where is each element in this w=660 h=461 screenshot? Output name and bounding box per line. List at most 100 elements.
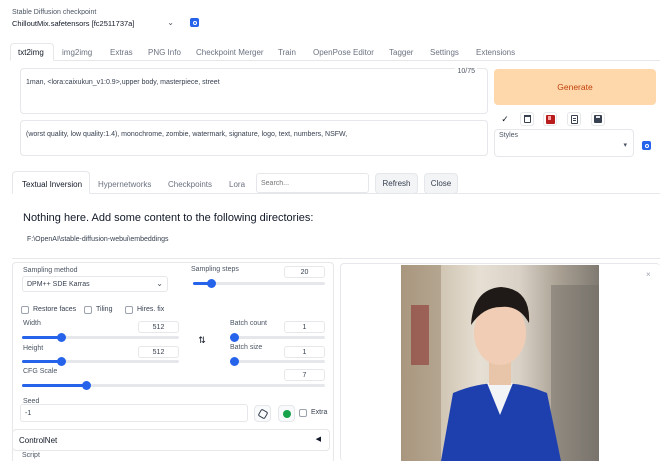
reuse-seed-recycle-icon[interactable] [278,405,295,422]
batch-count-value: 1 [302,323,307,331]
subtab-lora[interactable]: Lora [229,176,245,192]
styles-dropdown[interactable]: ▾ [499,141,629,154]
hires-fix-label: Hires. fix [137,306,165,313]
extra-seed-checkbox[interactable] [299,409,307,417]
refresh-checkpoint-icon[interactable] [190,18,199,27]
slider-handle[interactable] [82,381,91,390]
close-button[interactable]: Close [424,173,458,194]
empty-message: Nothing here. Add some content to the fo… [23,212,314,224]
height-value: 512 [152,348,165,356]
sampling-steps-value: 20 [300,268,309,276]
hires-fix-checkbox[interactable] [125,306,133,314]
tiling-checkbox[interactable] [84,306,92,314]
prompt-input[interactable]: 1man, <lora:caixukun_v1:0.9>,upper body,… [20,68,488,114]
batch-count-slider[interactable] [230,333,325,342]
tab-checkpoint-merger[interactable]: Checkpoint Merger [196,44,264,60]
tab-tagger[interactable]: Tagger [389,44,413,60]
caret-left-icon: ◀ [315,436,321,443]
width-value: 512 [152,323,165,331]
seed-input[interactable]: -1 [20,404,248,422]
gallery-close-icon[interactable]: × [646,270,651,279]
sampling-method-label: Sampling method [23,267,78,274]
styles-panel: Styles ▾ [494,129,634,157]
prompt-text: 1man, <lora:caixukun_v1:0.9>,upper body,… [26,79,220,86]
subtab-checkpoints[interactable]: Checkpoints [168,176,212,192]
chevron-down-icon: ⌄ [167,18,174,27]
restore-faces-checkbox[interactable] [21,306,29,314]
tab-png-info[interactable]: PNG Info [148,44,181,60]
slider-handle[interactable] [230,333,239,342]
tab-openpose-editor[interactable]: OpenPose Editor [313,44,374,60]
sampling-method-value: DPM++ SDE Karras [27,280,90,288]
generated-image[interactable] [401,265,599,461]
person-image [401,265,599,461]
clipboard-icon[interactable] [567,112,581,126]
slider-fill [22,384,86,387]
batch-size-label: Batch size [230,344,263,351]
slider-handle[interactable] [57,357,66,366]
subtab-hypernetworks[interactable]: Hypernetworks [98,176,151,192]
cfg-scale-input[interactable]: 7 [284,369,325,381]
width-label: Width [23,320,41,327]
swap-dimensions-icon[interactable]: ⇅ [193,331,211,349]
height-input[interactable]: 512 [138,346,179,358]
extra-label: Extra [311,409,328,416]
restore-faces-label: Restore faces [33,306,77,313]
chevron-down-icon: ⌄ [156,279,163,288]
negative-prompt-input[interactable]: (worst quality, low quality:1.4), monoch… [20,120,488,156]
batch-count-input[interactable]: 1 [284,321,325,333]
script-label: Script [22,452,40,459]
checkpoint-select[interactable]: ChilloutMix.safetensors [fc2511737a] ⌄ [12,15,178,31]
token-counter: 10/75 [455,68,477,75]
batch-size-slider[interactable] [230,357,325,366]
apply-style-icon[interactable] [642,141,651,150]
generate-label: Generate [557,82,593,92]
batch-size-value: 1 [302,348,307,356]
slider-handle[interactable] [57,333,66,342]
refresh-button[interactable]: Refresh [375,173,418,194]
controlnet-label: ControlNet [19,436,58,445]
generate-button[interactable]: Generate [494,69,656,105]
cfg-scale-value: 7 [302,371,307,379]
slider-fill [22,336,61,339]
tab-extras[interactable]: Extras [110,44,133,60]
sampling-steps-slider[interactable] [193,279,325,288]
tab-txt2img[interactable]: txt2img [18,44,44,60]
tiling-label: Tiling [96,306,113,313]
styles-label: Styles [499,132,519,139]
width-input[interactable]: 512 [138,321,179,333]
subtab-textual-inversion[interactable]: Textual Inversion [22,176,82,192]
batch-size-input[interactable]: 1 [284,346,325,358]
settings-divider [12,258,660,259]
height-label: Height [23,345,44,352]
red-card-icon[interactable] [543,112,557,126]
seed-value: -1 [25,409,32,417]
cfg-scale-slider[interactable] [22,381,325,390]
width-slider[interactable] [22,333,179,342]
height-slider[interactable] [22,357,179,366]
tab-train[interactable]: Train [278,44,296,60]
cfg-scale-label: CFG Scale [23,368,58,375]
batch-count-label: Batch count [230,320,267,327]
sampling-method-select[interactable]: DPM++ SDE Karras ⌄ [22,276,168,292]
random-seed-dice-icon[interactable] [254,405,271,422]
network-search-input[interactable] [256,173,369,193]
trash-icon[interactable] [520,112,534,126]
tabs-underline [10,60,660,61]
sampling-steps-label: Sampling steps [191,266,239,273]
controlnet-accordion[interactable]: ControlNet ◀ [12,429,330,451]
tab-img2img[interactable]: img2img [62,44,92,60]
tab-settings[interactable]: Settings [430,44,459,60]
negative-prompt-text: (worst quality, low quality:1.4), monoch… [26,131,348,138]
embeddings-path: F:\OpenAI\stable-diffusion-webui\embeddi… [27,236,169,243]
chevron-down-icon: ▾ [623,142,627,149]
subtabs-underline [12,193,660,194]
slider-handle[interactable] [207,279,216,288]
save-icon[interactable] [591,112,605,126]
tab-extensions[interactable]: Extensions [476,44,515,60]
slider-fill [22,360,61,363]
check-icon[interactable]: ✓ [498,112,512,126]
sampling-steps-input[interactable]: 20 [284,266,325,278]
slider-handle[interactable] [230,357,239,366]
checkpoint-value: ChilloutMix.safetensors [fc2511737a] [12,18,135,28]
